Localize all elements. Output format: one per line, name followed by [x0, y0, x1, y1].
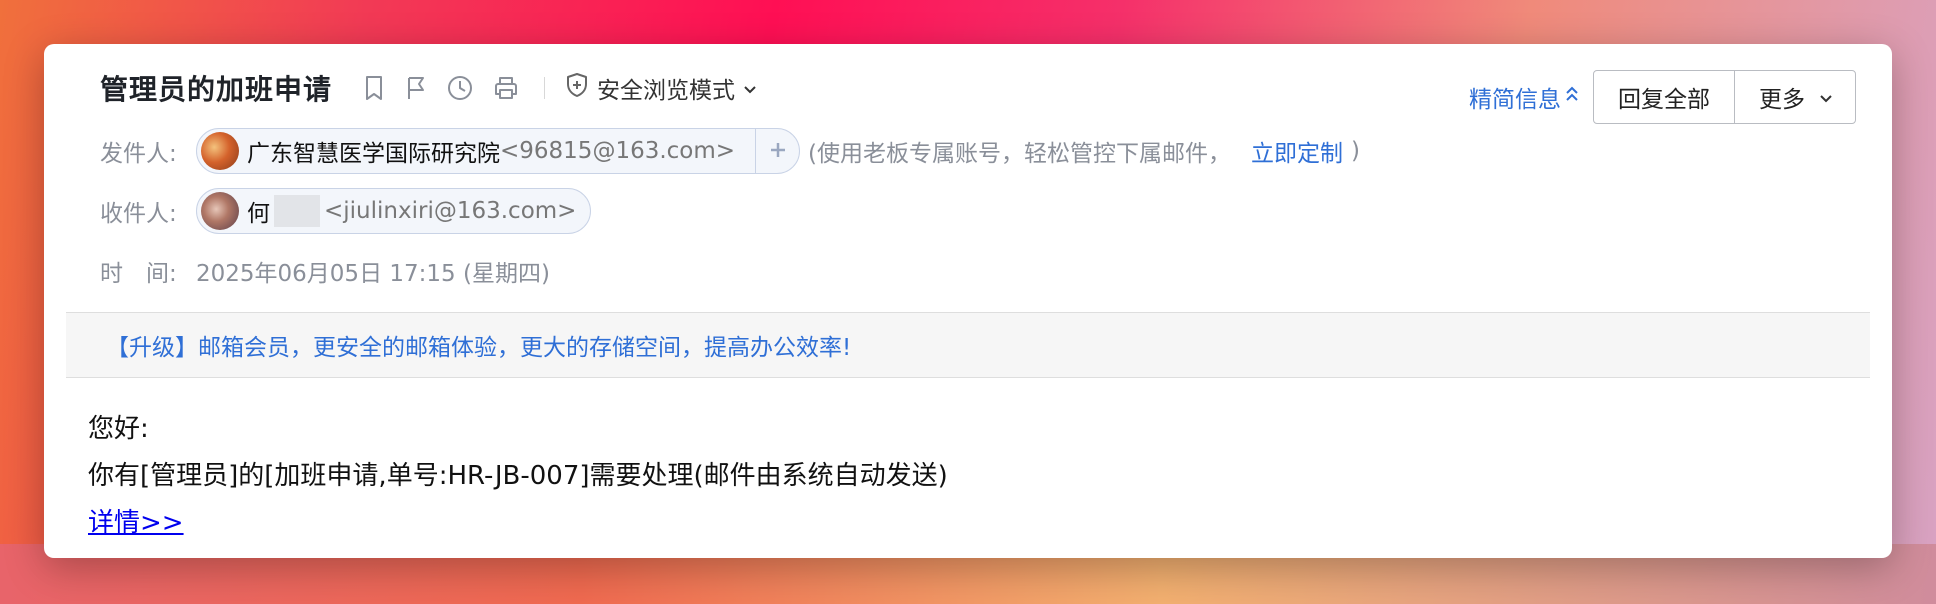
promo-text: (使用老板专属账号，轻松管控下属邮件， — [808, 141, 1232, 167]
more-label: 更多 — [1759, 87, 1805, 113]
upgrade-banner-text: 【升级】邮箱会员，更安全的邮箱体验，更大的存储空间，提高办公效率! — [106, 335, 852, 361]
plus-icon — [769, 136, 787, 166]
promo-text-end: ) — [1351, 138, 1361, 164]
safe-mode-dropdown[interactable]: 安全浏览模式 — [565, 71, 757, 105]
print-icon[interactable] — [492, 74, 520, 102]
email-reader-card: 管理员的加班申请 安全浏览模式 精简信息 回复全部 更多 发件人: 广东智慧医学… — [44, 44, 1892, 558]
avatar — [201, 132, 239, 170]
customize-link[interactable]: 立即定制 — [1251, 134, 1343, 168]
redacted-name-block — [274, 195, 320, 227]
time-row: 时 间: 2025年06月05日 17:15 (星期四) — [100, 254, 550, 288]
recipient-name: 何 — [247, 201, 270, 227]
upgrade-banner[interactable]: 【升级】邮箱会员，更安全的邮箱体验，更大的存储空间，提高办公效率! — [66, 312, 1870, 378]
body-greeting: 您好: — [88, 414, 149, 444]
brief-info-label: 精简信息 — [1469, 87, 1561, 113]
sender-name: 广东智慧医学国际研究院 — [247, 141, 500, 167]
recipient-row: 收件人: 何 <jiulinxiri@163.com> — [100, 188, 592, 234]
safe-mode-label: 安全浏览模式 — [597, 78, 736, 104]
details-link[interactable]: 详情>> — [88, 508, 184, 538]
header-actions: 精简信息 回复全部 更多 — [1469, 70, 1856, 124]
recipient-chip[interactable]: 何 <jiulinxiri@163.com> — [196, 188, 592, 234]
recipient-label: 收件人: — [100, 201, 177, 227]
sender-chip[interactable]: 广东智慧医学国际研究院 <96815@163.com> — [197, 128, 747, 174]
clock-icon[interactable] — [446, 74, 474, 102]
avatar — [201, 192, 239, 230]
shield-icon — [565, 72, 589, 104]
sender-chip-group: 广东智慧医学国际研究院 <96815@163.com> — [196, 128, 801, 174]
time-value: 2025年06月05日 17:15 (星期四) — [196, 261, 550, 287]
toolbar-icons — [362, 74, 520, 102]
bookmark-icon[interactable] — [362, 74, 386, 102]
time-label: 时 间: — [100, 261, 177, 287]
reply-all-button[interactable]: 回复全部 — [1594, 71, 1734, 123]
double-chevron-up-icon — [1565, 84, 1579, 110]
chevron-down-icon — [743, 75, 757, 101]
toolbar-divider — [544, 77, 546, 99]
email-body: 您好: 你有[管理员]的[加班申请,单号:HR-JB-007]需要处理(邮件由系… — [88, 406, 948, 547]
flag-icon[interactable] — [404, 74, 428, 102]
more-button[interactable]: 更多 — [1734, 71, 1855, 123]
chevron-down-icon — [1819, 84, 1833, 110]
sender-email: <96815@163.com> — [500, 138, 736, 164]
sender-row: 发件人: 广东智慧医学国际研究院 <96815@163.com> (使用老板专属… — [100, 128, 1360, 174]
reply-button-group: 回复全部 更多 — [1593, 70, 1856, 124]
sender-label: 发件人: — [100, 141, 177, 167]
recipient-email: <jiulinxiri@163.com> — [324, 198, 577, 224]
body-line: 你有[管理员]的[加班申请,单号:HR-JB-007]需要处理(邮件由系统自动发… — [88, 461, 948, 491]
add-contact-button[interactable] — [755, 128, 799, 174]
subject-row: 管理员的加班申请 安全浏览模式 — [100, 68, 757, 108]
email-subject: 管理员的加班申请 — [100, 73, 333, 106]
brief-info-toggle[interactable]: 精简信息 — [1469, 80, 1579, 114]
